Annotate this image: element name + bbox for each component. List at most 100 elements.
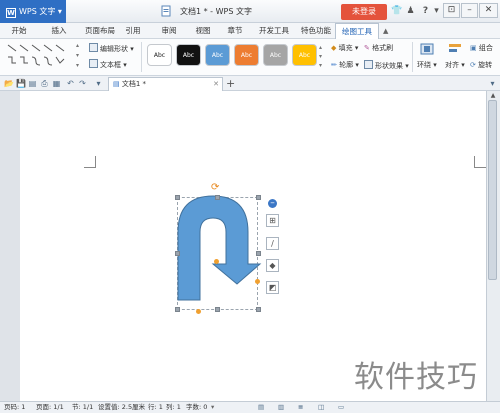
wrap-button[interactable]: 环绕 ▾ bbox=[417, 60, 437, 70]
resize-handle[interactable] bbox=[215, 307, 220, 312]
new-tab-icon[interactable]: + bbox=[226, 78, 235, 89]
shape-outline-icon[interactable]: ∕ bbox=[266, 237, 279, 250]
status-setting-value: 设置值: 2.5厘米 bbox=[98, 403, 146, 411]
align-button[interactable]: 对齐 ▾ bbox=[445, 60, 465, 70]
layout-options-icon[interactable]: ⊞ bbox=[266, 214, 279, 227]
shape-style-icon[interactable]: ◩ bbox=[266, 281, 279, 294]
group-button[interactable]: ▣ 组合 bbox=[470, 43, 493, 53]
group-icon: ▣ bbox=[470, 44, 477, 52]
document-icon bbox=[160, 5, 172, 17]
resize-handle[interactable] bbox=[256, 195, 261, 200]
close-tab-icon[interactable]: ✕ bbox=[213, 78, 219, 91]
scrollbar-thumb[interactable] bbox=[488, 100, 497, 280]
status-column: 列: 1 bbox=[166, 403, 181, 411]
document-tab[interactable]: ▤ 文档1 * ✕ bbox=[108, 77, 223, 91]
resize-handle[interactable] bbox=[175, 195, 180, 200]
ribbon: ▴ ▾ ▾ 编辑形状 ▾ 文本框 ▾ Abc Abc Abc Abc Abc Abc… bbox=[0, 39, 500, 76]
tab-page-layout[interactable]: 页面布局 bbox=[80, 23, 120, 39]
dropdown-arrow-icon: ▾ bbox=[57, 7, 62, 16]
outline-view-icon[interactable]: ≣ bbox=[298, 402, 303, 413]
minimize-button[interactable]: – bbox=[461, 3, 478, 18]
shirt-skin-icon[interactable]: 👕 bbox=[391, 6, 402, 17]
tab-special-features[interactable]: 特色功能 bbox=[296, 23, 336, 39]
tab-menu-icon[interactable]: ▾ bbox=[488, 79, 497, 88]
fill-bucket-icon: ◆ bbox=[331, 44, 337, 52]
redo-icon[interactable]: ↷ bbox=[78, 79, 87, 88]
adjust-handle[interactable] bbox=[214, 259, 219, 264]
scroll-up-icon[interactable]: ▲ bbox=[489, 92, 497, 99]
dropdown-arrow-icon[interactable]: ▾ bbox=[431, 6, 442, 17]
rotate-handle-icon[interactable]: ⟳ bbox=[211, 183, 221, 193]
web-view-icon[interactable]: ◫ bbox=[318, 402, 324, 413]
print-icon[interactable]: ⎙ bbox=[40, 79, 49, 88]
restore-button[interactable]: ⊡ bbox=[443, 3, 460, 18]
login-button[interactable]: 未登录 bbox=[341, 4, 387, 20]
adjust-handle[interactable] bbox=[255, 279, 260, 284]
format-painter-button[interactable]: ✎ 格式刷 bbox=[364, 43, 393, 53]
outline-button[interactable]: ✏ 轮廓 ▾ bbox=[331, 60, 359, 70]
status-page-number: 页码: 1 bbox=[4, 403, 26, 411]
tab-references[interactable]: 引用 bbox=[120, 23, 146, 39]
dropdown-arrow-icon[interactable]: ▾ bbox=[94, 79, 103, 88]
status-section: 节: 1/1 bbox=[72, 403, 94, 411]
resize-handle[interactable] bbox=[256, 251, 261, 256]
save-icon[interactable]: 💾 bbox=[16, 79, 26, 88]
rotate-button[interactable]: ⟳ 旋转 bbox=[470, 60, 492, 70]
resize-handle[interactable] bbox=[175, 307, 180, 312]
textbox-label: 文本框 bbox=[100, 61, 121, 69]
shape-style-swatch[interactable]: Abc bbox=[292, 44, 317, 66]
format-painter-label: 格式刷 bbox=[372, 44, 394, 52]
adjust-handle[interactable] bbox=[196, 309, 201, 314]
window-title: 文档1 * - WPS 文字 bbox=[180, 7, 252, 16]
edit-shape-label: 编辑形状 bbox=[100, 45, 128, 53]
reading-view-icon[interactable]: ▥ bbox=[278, 402, 284, 413]
resize-handle[interactable] bbox=[256, 307, 261, 312]
print-preview-icon[interactable]: ▦ bbox=[52, 79, 61, 88]
tab-view[interactable]: 视图 bbox=[190, 23, 216, 39]
shape-fill-icon[interactable]: ◆ bbox=[266, 259, 279, 272]
collapse-toolbar-icon[interactable]: – bbox=[268, 199, 277, 208]
shape-style-swatch[interactable]: Abc bbox=[234, 44, 259, 66]
shape-line-gallery[interactable] bbox=[6, 43, 72, 71]
collapse-ribbon-icon[interactable]: ▲ bbox=[383, 27, 391, 35]
textbox-icon bbox=[89, 59, 98, 68]
textbox-button[interactable]: 文本框 ▾ bbox=[89, 59, 127, 70]
edit-shape-button[interactable]: 编辑形状 ▾ bbox=[89, 43, 134, 54]
open-folder-icon[interactable]: 📂 bbox=[4, 79, 14, 88]
status-dropdown-icon[interactable]: ▾ bbox=[211, 402, 214, 413]
align-label: 对齐 bbox=[445, 61, 459, 69]
resize-handle[interactable] bbox=[215, 195, 220, 200]
fill-button[interactable]: ◆ 填充 ▾ bbox=[331, 43, 358, 53]
user-icon[interactable]: ♟ bbox=[405, 6, 416, 17]
undo-icon[interactable]: ↶ bbox=[66, 79, 75, 88]
shape-style-swatch[interactable]: Abc bbox=[263, 44, 288, 66]
status-word-count[interactable]: 字数: 0 bbox=[186, 402, 207, 413]
status-bar: 页码: 1 页面: 1/1 节: 1/1 设置值: 2.5厘米 行: 1 列: … bbox=[0, 401, 500, 413]
tab-home[interactable]: 开始 bbox=[6, 23, 32, 39]
document-tab-label: 文档1 * bbox=[121, 80, 147, 88]
tab-developer-tools[interactable]: 开发工具 bbox=[254, 23, 294, 39]
resize-handle[interactable] bbox=[175, 251, 180, 256]
gallery-scroll[interactable]: ▴ ▾ ▾ bbox=[76, 41, 84, 71]
brush-icon: ✎ bbox=[364, 44, 370, 52]
style-gallery-scroll[interactable]: ▴ ▾ ▾ bbox=[319, 43, 327, 69]
tab-drawing-tools[interactable]: 绘图工具 bbox=[335, 23, 379, 39]
u-turn-arrow-shape[interactable] bbox=[170, 180, 270, 320]
wps-menu-button[interactable]: W WPS 文字 ▾ bbox=[0, 0, 66, 23]
shape-style-swatch[interactable]: Abc bbox=[205, 44, 230, 66]
help-icon[interactable]: ? bbox=[420, 6, 431, 17]
page-view-icon[interactable]: ▤ bbox=[258, 402, 264, 413]
export-pdf-icon[interactable]: ▤ bbox=[28, 79, 37, 88]
edit-shape-icon bbox=[89, 43, 98, 52]
divider bbox=[141, 42, 142, 72]
close-button[interactable]: ✕ bbox=[479, 3, 498, 18]
tab-insert[interactable]: 插入 bbox=[46, 23, 72, 39]
shape-style-swatch[interactable]: Abc bbox=[176, 44, 201, 66]
shape-effects-button[interactable]: 形状效果 ▾ bbox=[364, 60, 409, 71]
document-tab-icon: ▤ bbox=[113, 80, 120, 88]
shape-style-swatch[interactable]: Abc bbox=[147, 44, 172, 66]
tab-chapter[interactable]: 章节 bbox=[222, 23, 248, 39]
rotate-icon: ⟳ bbox=[470, 61, 476, 69]
tab-review[interactable]: 审阅 bbox=[156, 23, 182, 39]
zoom-out-icon[interactable]: ▭ bbox=[338, 402, 344, 413]
